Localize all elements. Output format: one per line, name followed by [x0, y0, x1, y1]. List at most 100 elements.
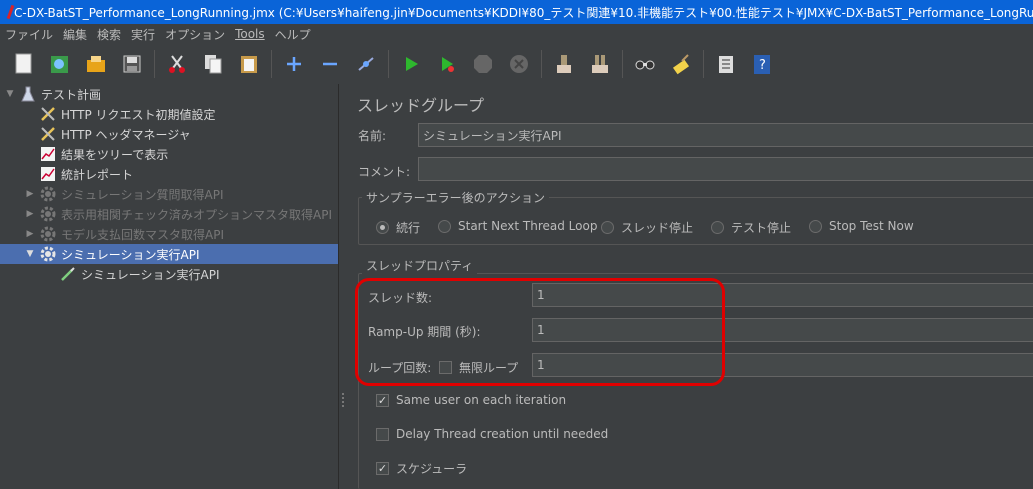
- paste-icon[interactable]: [237, 52, 261, 76]
- wrench-icon: [40, 126, 56, 142]
- toolbar-separator: [271, 50, 272, 78]
- reset-search-icon[interactable]: [669, 52, 693, 76]
- start-no-pause-icon[interactable]: [435, 52, 459, 76]
- gear-icon: [40, 226, 56, 242]
- tree-node-payment-master[interactable]: ▶ モデル支払回数マスタ取得API: [24, 224, 224, 244]
- graph-icon: [40, 166, 56, 182]
- open-icon[interactable]: [84, 52, 108, 76]
- menu-tools[interactable]: Tools: [230, 27, 270, 41]
- menu-help[interactable]: ヘルプ: [270, 26, 316, 43]
- tree-node-label: テスト計画: [41, 87, 102, 102]
- flask-icon: [20, 86, 36, 102]
- expand-arrow-icon[interactable]: ▶: [24, 229, 36, 239]
- expand-arrow-icon[interactable]: ▶: [24, 189, 36, 199]
- checkbox-label: Same user on each iteration: [396, 393, 567, 407]
- same-user-checkbox[interactable]: ✓ Same user on each iteration: [376, 393, 566, 407]
- expand-icon[interactable]: [282, 52, 306, 76]
- menu-search[interactable]: 検索: [92, 26, 126, 43]
- cut-icon[interactable]: [165, 52, 189, 76]
- radio-continue[interactable]: 続行: [376, 219, 420, 236]
- stop-icon[interactable]: [471, 52, 495, 76]
- radio-start-next-loop[interactable]: Start Next Thread Loop: [438, 219, 597, 233]
- menu-edit[interactable]: 編集: [58, 26, 92, 43]
- menu-file[interactable]: ファイル: [0, 26, 58, 43]
- split-pane-divider[interactable]: [338, 84, 348, 489]
- menu-run[interactable]: 実行: [126, 26, 160, 43]
- window-titlebar: C-DX-BatST_Performance_LongRunning.jmx (…: [0, 0, 1033, 24]
- radio-label: 続行: [396, 221, 421, 235]
- collapse-arrow-icon[interactable]: ▼: [24, 249, 36, 259]
- radio-stop-test[interactable]: テスト停止: [711, 219, 791, 236]
- tree-node-label: HTTP ヘッダマネージャ: [61, 127, 191, 142]
- checkbox-box[interactable]: ✓: [376, 393, 389, 407]
- clear-icon[interactable]: [552, 52, 576, 76]
- toolbar-separator: [541, 50, 542, 78]
- gear-icon: [40, 246, 56, 262]
- svg-text:?: ?: [759, 58, 766, 73]
- radio-button[interactable]: [438, 219, 451, 233]
- toolbar-separator: [622, 50, 623, 78]
- name-label: 名前:: [358, 129, 387, 143]
- scheduler-checkbox[interactable]: ✓ スケジューラ: [376, 460, 467, 477]
- tree-node-label: モデル支払回数マスタ取得API: [61, 227, 224, 242]
- divider-grip[interactable]: [342, 393, 346, 407]
- toggle-icon[interactable]: [354, 52, 378, 76]
- tree-node-simulation-exec[interactable]: ▼ シミュレーション実行API: [0, 244, 338, 264]
- tree-node-option-master[interactable]: ▶ 表示用相関チェック済みオプションマスタ取得API: [24, 204, 332, 224]
- wrench-icon: [40, 106, 56, 122]
- sampler-error-title: サンプラーエラー後のアクション: [362, 189, 550, 206]
- tree-node-label: シミュレーション実行API: [81, 267, 220, 282]
- tree-node-view-results-tree[interactable]: 結果をツリーで表示: [40, 144, 168, 164]
- clear-all-icon[interactable]: [588, 52, 612, 76]
- tree-node-label: シミュレーション実行API: [61, 247, 200, 262]
- tree-node-simulation-sampler[interactable]: シミュレーション実行API: [60, 264, 220, 284]
- save-icon[interactable]: [120, 52, 144, 76]
- radio-button[interactable]: [711, 221, 724, 234]
- toolbar-separator: [703, 50, 704, 78]
- collapse-icon[interactable]: [318, 52, 342, 76]
- radio-button[interactable]: [809, 219, 822, 233]
- help-icon[interactable]: ?: [750, 52, 774, 76]
- toolbar: ?: [0, 44, 1033, 84]
- function-helper-icon[interactable]: [714, 52, 738, 76]
- radio-label: Stop Test Now: [829, 219, 914, 233]
- graph-icon: [40, 146, 56, 162]
- radio-label: Start Next Thread Loop: [458, 219, 598, 233]
- shutdown-icon[interactable]: [507, 52, 531, 76]
- tree-node-header-manager[interactable]: HTTP ヘッダマネージャ: [40, 124, 191, 144]
- tree-node-label: 結果をツリーで表示: [61, 147, 169, 162]
- menu-options[interactable]: オプション: [160, 26, 230, 43]
- collapse-arrow-icon[interactable]: ▼: [4, 89, 16, 99]
- checkbox-box[interactable]: ✓: [376, 462, 389, 475]
- pipette-icon: [60, 266, 76, 282]
- search-icon[interactable]: [633, 52, 657, 76]
- tree-node-test-plan[interactable]: ▼ テスト計画: [4, 84, 101, 104]
- tree-node-simulation-question[interactable]: ▶ シミュレーション質問取得API: [24, 184, 224, 204]
- tree-node-label: 統計レポート: [61, 167, 134, 182]
- tree-node-summary-report[interactable]: 統計レポート: [40, 164, 133, 184]
- comment-label: コメント:: [358, 165, 411, 179]
- radio-button[interactable]: [376, 221, 389, 234]
- name-field[interactable]: シミュレーション実行API: [418, 123, 1033, 147]
- tree-node-label: 表示用相関チェック済みオプションマスタ取得API: [61, 207, 332, 222]
- checkbox-box[interactable]: [376, 427, 389, 441]
- expand-arrow-icon[interactable]: ▶: [24, 209, 36, 219]
- templates-icon[interactable]: [48, 52, 72, 76]
- comment-field[interactable]: [418, 157, 1033, 181]
- radio-stop-thread[interactable]: スレッド停止: [601, 219, 693, 236]
- radio-stop-test-now[interactable]: Stop Test Now: [809, 219, 914, 233]
- test-plan-tree: ▼ テスト計画 HTTP リクエスト初期値設定 HTTP ヘッダマネージャ 結果…: [0, 84, 338, 489]
- start-icon[interactable]: [399, 52, 423, 76]
- tree-node-http-defaults[interactable]: HTTP リクエスト初期値設定: [40, 104, 216, 124]
- thread-properties-title: スレッドプロパティ: [362, 257, 478, 274]
- checkbox-label: Delay Thread creation until needed: [396, 427, 609, 441]
- copy-icon[interactable]: [201, 52, 225, 76]
- menu-bar: ファイル 編集 検索 実行 オプション Tools ヘルプ: [0, 24, 1033, 44]
- window-title: C-DX-BatST_Performance_LongRunning.jmx (…: [14, 5, 1033, 20]
- page-title: スレッドグループ: [357, 96, 485, 115]
- radio-label: スレッド停止: [621, 221, 694, 235]
- new-icon[interactable]: [12, 52, 36, 76]
- radio-button[interactable]: [601, 221, 614, 234]
- toolbar-separator: [388, 50, 389, 78]
- delay-thread-checkbox[interactable]: Delay Thread creation until needed: [376, 427, 608, 441]
